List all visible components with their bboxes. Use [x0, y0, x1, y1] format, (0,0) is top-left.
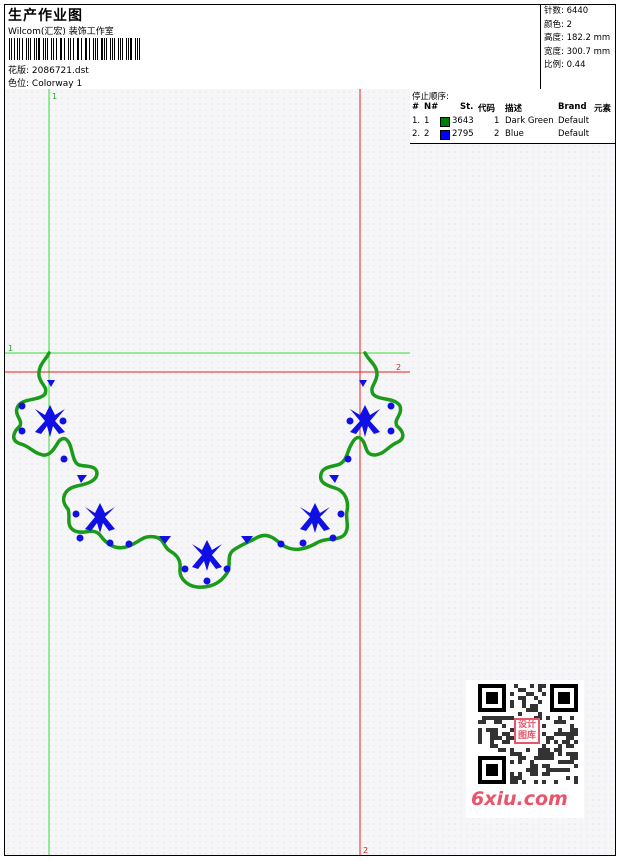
col-index: # [412, 102, 420, 112]
guide-h2-label: 2 [396, 363, 401, 372]
colorway-line: 色位: Colorway 1 [8, 76, 82, 89]
embroidery-preview: 1 1 2 2 [5, 89, 410, 855]
blue-motifs [18, 380, 395, 585]
tulip-motif-right-mid [300, 503, 330, 533]
triangle-1 [47, 380, 55, 387]
tulip-motif-center [192, 540, 222, 571]
colorway-value: Colorway 1 [31, 79, 83, 89]
sheet-header: 生产作业图 Wilcom(汇宏) 装饰工作室 花版: 2086721.dst 色… [5, 5, 615, 90]
design-label: 花版: [8, 66, 30, 76]
design-file-line: 花版: 2086721.dst [8, 63, 89, 76]
barcode [9, 38, 143, 60]
col-description: 描述 [505, 104, 523, 114]
colorway-label: 色位: [8, 79, 30, 89]
color-swatch-blue [440, 130, 450, 140]
col-stitches: St. [460, 102, 474, 112]
guide-h1-label: 1 [8, 344, 13, 353]
color-swatch-dark-green [440, 117, 450, 127]
stop-sequence-title: 停止顺序: [412, 92, 449, 102]
tulip-motif-left-mid [85, 503, 115, 533]
stat-colors: 颜色: 2 [544, 19, 572, 30]
design-file-value: 2086721.dst [31, 66, 89, 76]
stat-height: 高度: 182.2 mm [544, 33, 611, 44]
tulip-motif-right [350, 405, 380, 437]
stat-stitches: 针数: 6440 [544, 6, 589, 16]
seal-stamp: 设计图库 [514, 718, 540, 744]
sheet-title: 生产作业图 [8, 8, 83, 24]
company-name: Wilcom(汇宏) 装饰工作室 [8, 27, 114, 37]
design-canvas: 1 1 2 2 [5, 89, 411, 855]
design-stats: 针数: 6440 颜色: 2 高度: 182.2 mm 宽度: 300.7 mm… [540, 5, 615, 89]
col-needle: N# [424, 102, 439, 112]
guide-v2-label: 2 [363, 846, 368, 855]
guide-v1-label: 1 [52, 92, 57, 101]
stat-scale: 比例: 0.44 [544, 60, 586, 71]
col-brand: Brand [558, 102, 587, 112]
triangle-2 [77, 475, 87, 483]
stop-sequence-table: 停止顺序: # N# St. 代码 描述 Brand 元素 1. 1 3643 … [410, 89, 615, 144]
site-watermark: 6xiu.com [471, 788, 568, 810]
col-element: 元素 [594, 104, 612, 114]
triangle-5 [329, 475, 339, 483]
stat-width: 宽度: 300.7 mm [544, 46, 611, 57]
col-code: 代码 [478, 104, 496, 114]
